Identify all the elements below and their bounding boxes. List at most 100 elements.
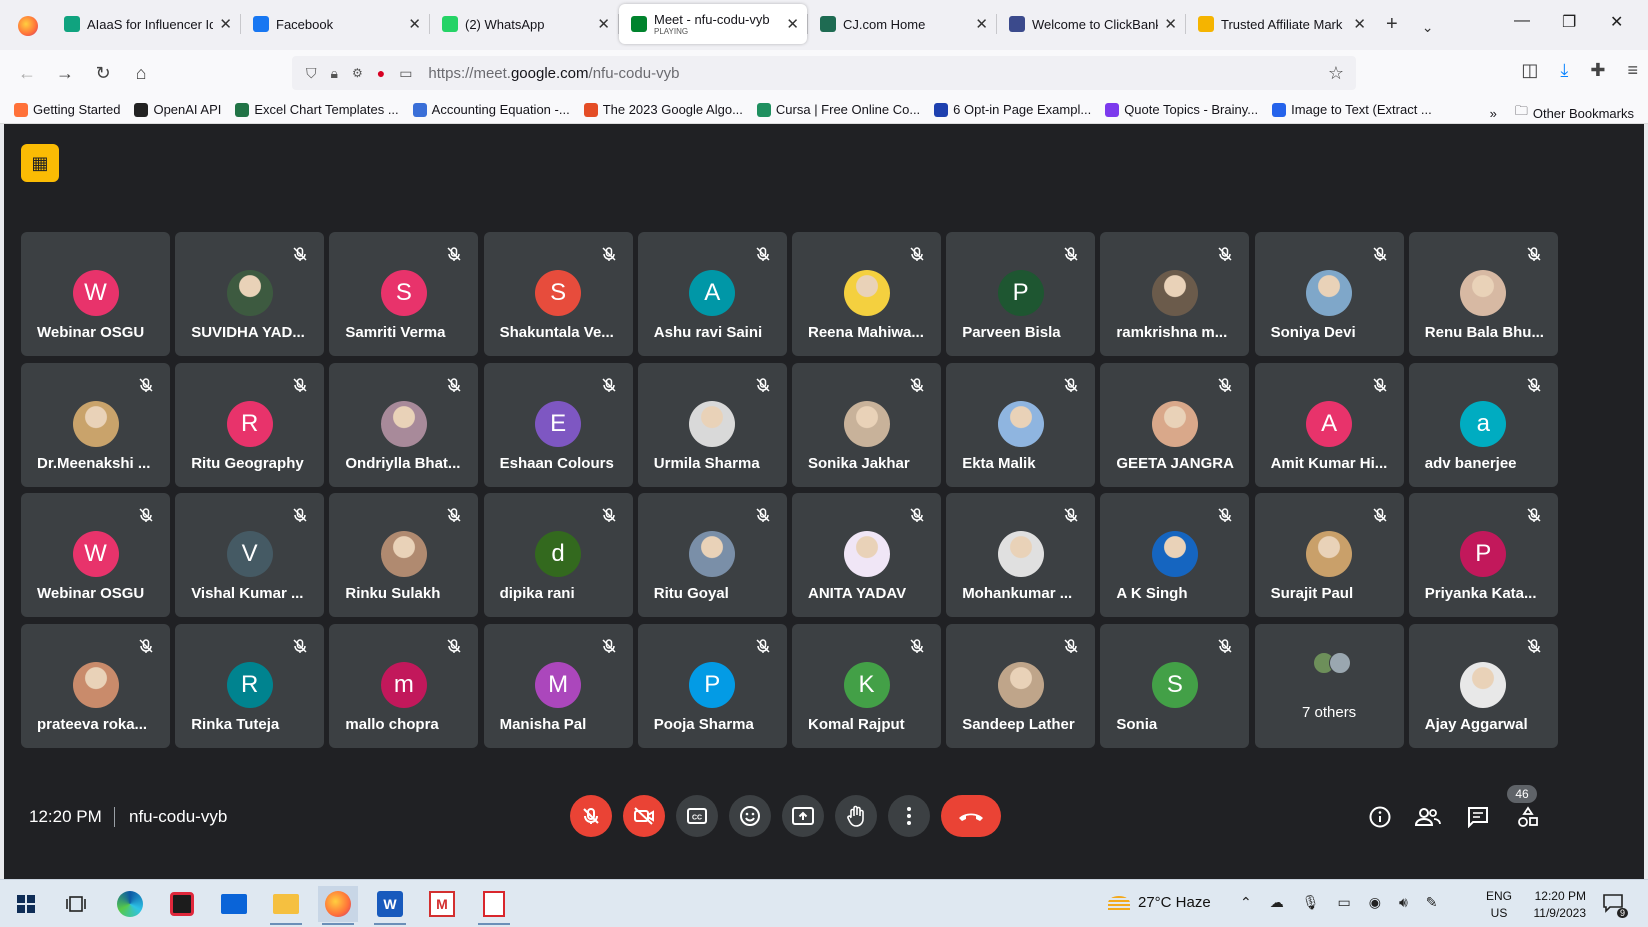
tab-5[interactable]: Welcome to ClickBank ✕ <box>997 4 1185 44</box>
home-icon[interactable]: ⌂ <box>130 62 152 84</box>
back-icon[interactable]: ← <box>16 62 38 84</box>
participant-tile[interactable]: prateeva roka... <box>21 623 170 748</box>
bookmark-item[interactable]: Image to Text (Extract ... <box>1272 102 1432 117</box>
onedrive-icon[interactable]: ☁ <box>1270 894 1284 911</box>
microphone-icon[interactable]: ● <box>377 65 385 81</box>
chat-icon[interactable] <box>1464 803 1492 831</box>
participant-tile[interactable]: a adv banerjee <box>1408 362 1558 487</box>
file-explorer-app[interactable] <box>266 886 306 925</box>
taskbar-clock[interactable]: 12:20 PM 11/9/2023 <box>1522 888 1587 922</box>
participant-tile[interactable]: Rinku Sulakh <box>329 493 479 617</box>
reload-icon[interactable]: ↻ <box>92 62 114 84</box>
participant-tile[interactable]: S Sonia <box>1100 623 1250 748</box>
participant-tile[interactable]: Renu Bala Bhu... <box>1408 232 1558 356</box>
participant-tile[interactable]: d dipika rani <box>483 493 633 617</box>
participant-tile[interactable]: R Rinka Tuteja <box>175 623 325 748</box>
participant-tile[interactable]: Urmila Sharma <box>637 362 787 487</box>
restore-icon[interactable]: ❐ <box>1562 12 1576 32</box>
tab-close-icon[interactable]: ✕ <box>1353 15 1366 33</box>
participant-tile[interactable]: S Shakuntala Ve... <box>483 232 633 356</box>
start-button[interactable] <box>6 886 46 922</box>
captions-button[interactable]: CC <box>676 795 718 837</box>
bookmark-item[interactable]: Accounting Equation -... <box>412 102 570 117</box>
new-tab-icon[interactable]: + <box>1386 13 1398 36</box>
participant-tile[interactable]: ramkrishna m... <box>1100 232 1250 356</box>
tab-6[interactable]: Trusted Affiliate Mark ✕ <box>1186 4 1374 44</box>
participant-tile[interactable]: ANITA YADAV <box>792 493 941 617</box>
participant-tile[interactable]: S Samriti Verma <box>329 232 479 356</box>
close-window-icon[interactable]: ✕ <box>1610 12 1623 32</box>
participant-tile[interactable]: R Ritu Geography <box>175 362 325 487</box>
bookmark-item[interactable]: Quote Topics - Brainy... <box>1105 102 1258 117</box>
extensions-icon[interactable]: ✚ <box>1590 60 1605 81</box>
menu-icon[interactable]: ≡ <box>1627 60 1638 81</box>
participant-tile[interactable]: V Vishal Kumar ... <box>175 493 325 617</box>
participant-tile[interactable]: W Webinar OSGU <box>21 232 170 356</box>
presentation-off-icon[interactable]: ▦ <box>21 144 59 182</box>
tab-4[interactable]: CJ.com Home ✕ <box>808 4 996 44</box>
participant-tile[interactable]: E Eshaan Colours <box>483 362 633 487</box>
meeting-details-icon[interactable] <box>1366 803 1394 831</box>
leave-call-button[interactable] <box>941 795 1001 837</box>
participant-tile[interactable]: m mallo chopra <box>329 623 479 748</box>
edge-app[interactable] <box>110 886 150 922</box>
participant-tile[interactable]: GEETA JANGRA <box>1100 362 1250 487</box>
more-options-button[interactable] <box>888 795 930 837</box>
firefox-icon[interactable] <box>18 16 38 36</box>
participant-tile[interactable]: SUVIDHA YAD... <box>175 232 325 356</box>
tab-close-icon[interactable]: ✕ <box>597 15 610 33</box>
list-all-tabs-icon[interactable]: ⌄ <box>1422 19 1434 36</box>
participant-tile[interactable]: Soniya Devi <box>1254 232 1404 356</box>
downloads-icon[interactable]: ⤓ <box>1560 60 1568 81</box>
raise-hand-button[interactable] <box>835 795 877 837</box>
bookmark-item[interactable]: Cursa | Free Online Co... <box>756 102 920 117</box>
tracking-protection-icon[interactable]: ⛉ <box>306 65 317 82</box>
participant-tile[interactable]: Ondriylla Bhat... <box>329 362 479 487</box>
tab-1[interactable]: Facebook ✕ <box>241 4 429 44</box>
participant-tile[interactable]: W Webinar OSGU <box>21 493 170 617</box>
participant-tile[interactable]: Sandeep Lather <box>946 623 1096 748</box>
participant-tile[interactable]: M Manisha Pal <box>483 623 633 748</box>
others-tile[interactable]: 7 others <box>1254 623 1404 748</box>
people-icon[interactable] <box>1414 803 1442 831</box>
recorder-app[interactable] <box>162 886 202 922</box>
m-app[interactable]: M <box>422 886 462 922</box>
word-app[interactable]: W <box>370 886 410 925</box>
tab-0[interactable]: AIaaS for Influencer Id ✕ <box>52 4 240 44</box>
participant-tile[interactable]: Ekta Malik <box>946 362 1096 487</box>
tab-close-icon[interactable]: ✕ <box>975 15 988 33</box>
participant-tile[interactable]: P Pooja Sharma <box>637 623 787 748</box>
participant-tile[interactable]: Sonika Jakhar <box>792 362 941 487</box>
toggle-mic-button[interactable] <box>570 795 612 837</box>
participant-tile[interactable]: Reena Mahiwa... <box>792 232 941 356</box>
participant-tile[interactable]: Surajit Paul <box>1254 493 1404 617</box>
notifications-button[interactable]: 9 <box>1602 892 1628 918</box>
pocket-icon[interactable]: ◫ <box>1521 60 1538 81</box>
other-bookmarks[interactable]: 🗀 Other Bookmarks <box>1515 102 1634 124</box>
bookmark-item[interactable]: 6 Opt-in Page Exampl... <box>934 102 1091 117</box>
reactions-button[interactable] <box>729 795 771 837</box>
input-language[interactable]: ENG US <box>1486 888 1512 922</box>
minimize-icon[interactable]: — <box>1514 12 1530 30</box>
camera-off-icon[interactable]: ▭ <box>399 65 412 82</box>
bookmark-item[interactable]: The 2023 Google Algo... <box>583 102 743 117</box>
firefox-app[interactable] <box>318 886 358 925</box>
tab-3[interactable]: Meet - nfu-codu-vyb PLAYING ✕ <box>619 4 807 44</box>
bookmark-item[interactable]: Getting Started <box>14 102 120 117</box>
webcam-icon[interactable]: ◉ <box>1369 894 1381 911</box>
volume-icon[interactable]: 🔊︎ <box>1399 894 1408 911</box>
url-text[interactable]: https://meet.google.com/nfu-codu-vyb <box>428 65 679 82</box>
bookmark-star-icon[interactable]: ☆ <box>1328 63 1344 84</box>
task-view-button[interactable] <box>56 886 96 922</box>
tab-2[interactable]: (2) WhatsApp ✕ <box>430 4 618 44</box>
tab-close-icon[interactable]: ✕ <box>1164 15 1177 33</box>
tab-close-icon[interactable]: ✕ <box>408 15 421 33</box>
microphone-icon[interactable]: 🎙︎ <box>1302 894 1320 911</box>
participant-tile[interactable]: A Ashu ravi Saini <box>637 232 787 356</box>
permissions-icon[interactable]: ⚙ <box>352 66 363 80</box>
participant-tile[interactable]: Mohankumar ... <box>946 493 1096 617</box>
lock-icon[interactable]: 🔒︎ <box>331 65 338 82</box>
participant-tile[interactable]: Dr.Meenakshi ... <box>21 362 170 487</box>
toggle-camera-button[interactable] <box>623 795 665 837</box>
participant-tile[interactable]: P Priyanka Kata... <box>1408 493 1558 617</box>
